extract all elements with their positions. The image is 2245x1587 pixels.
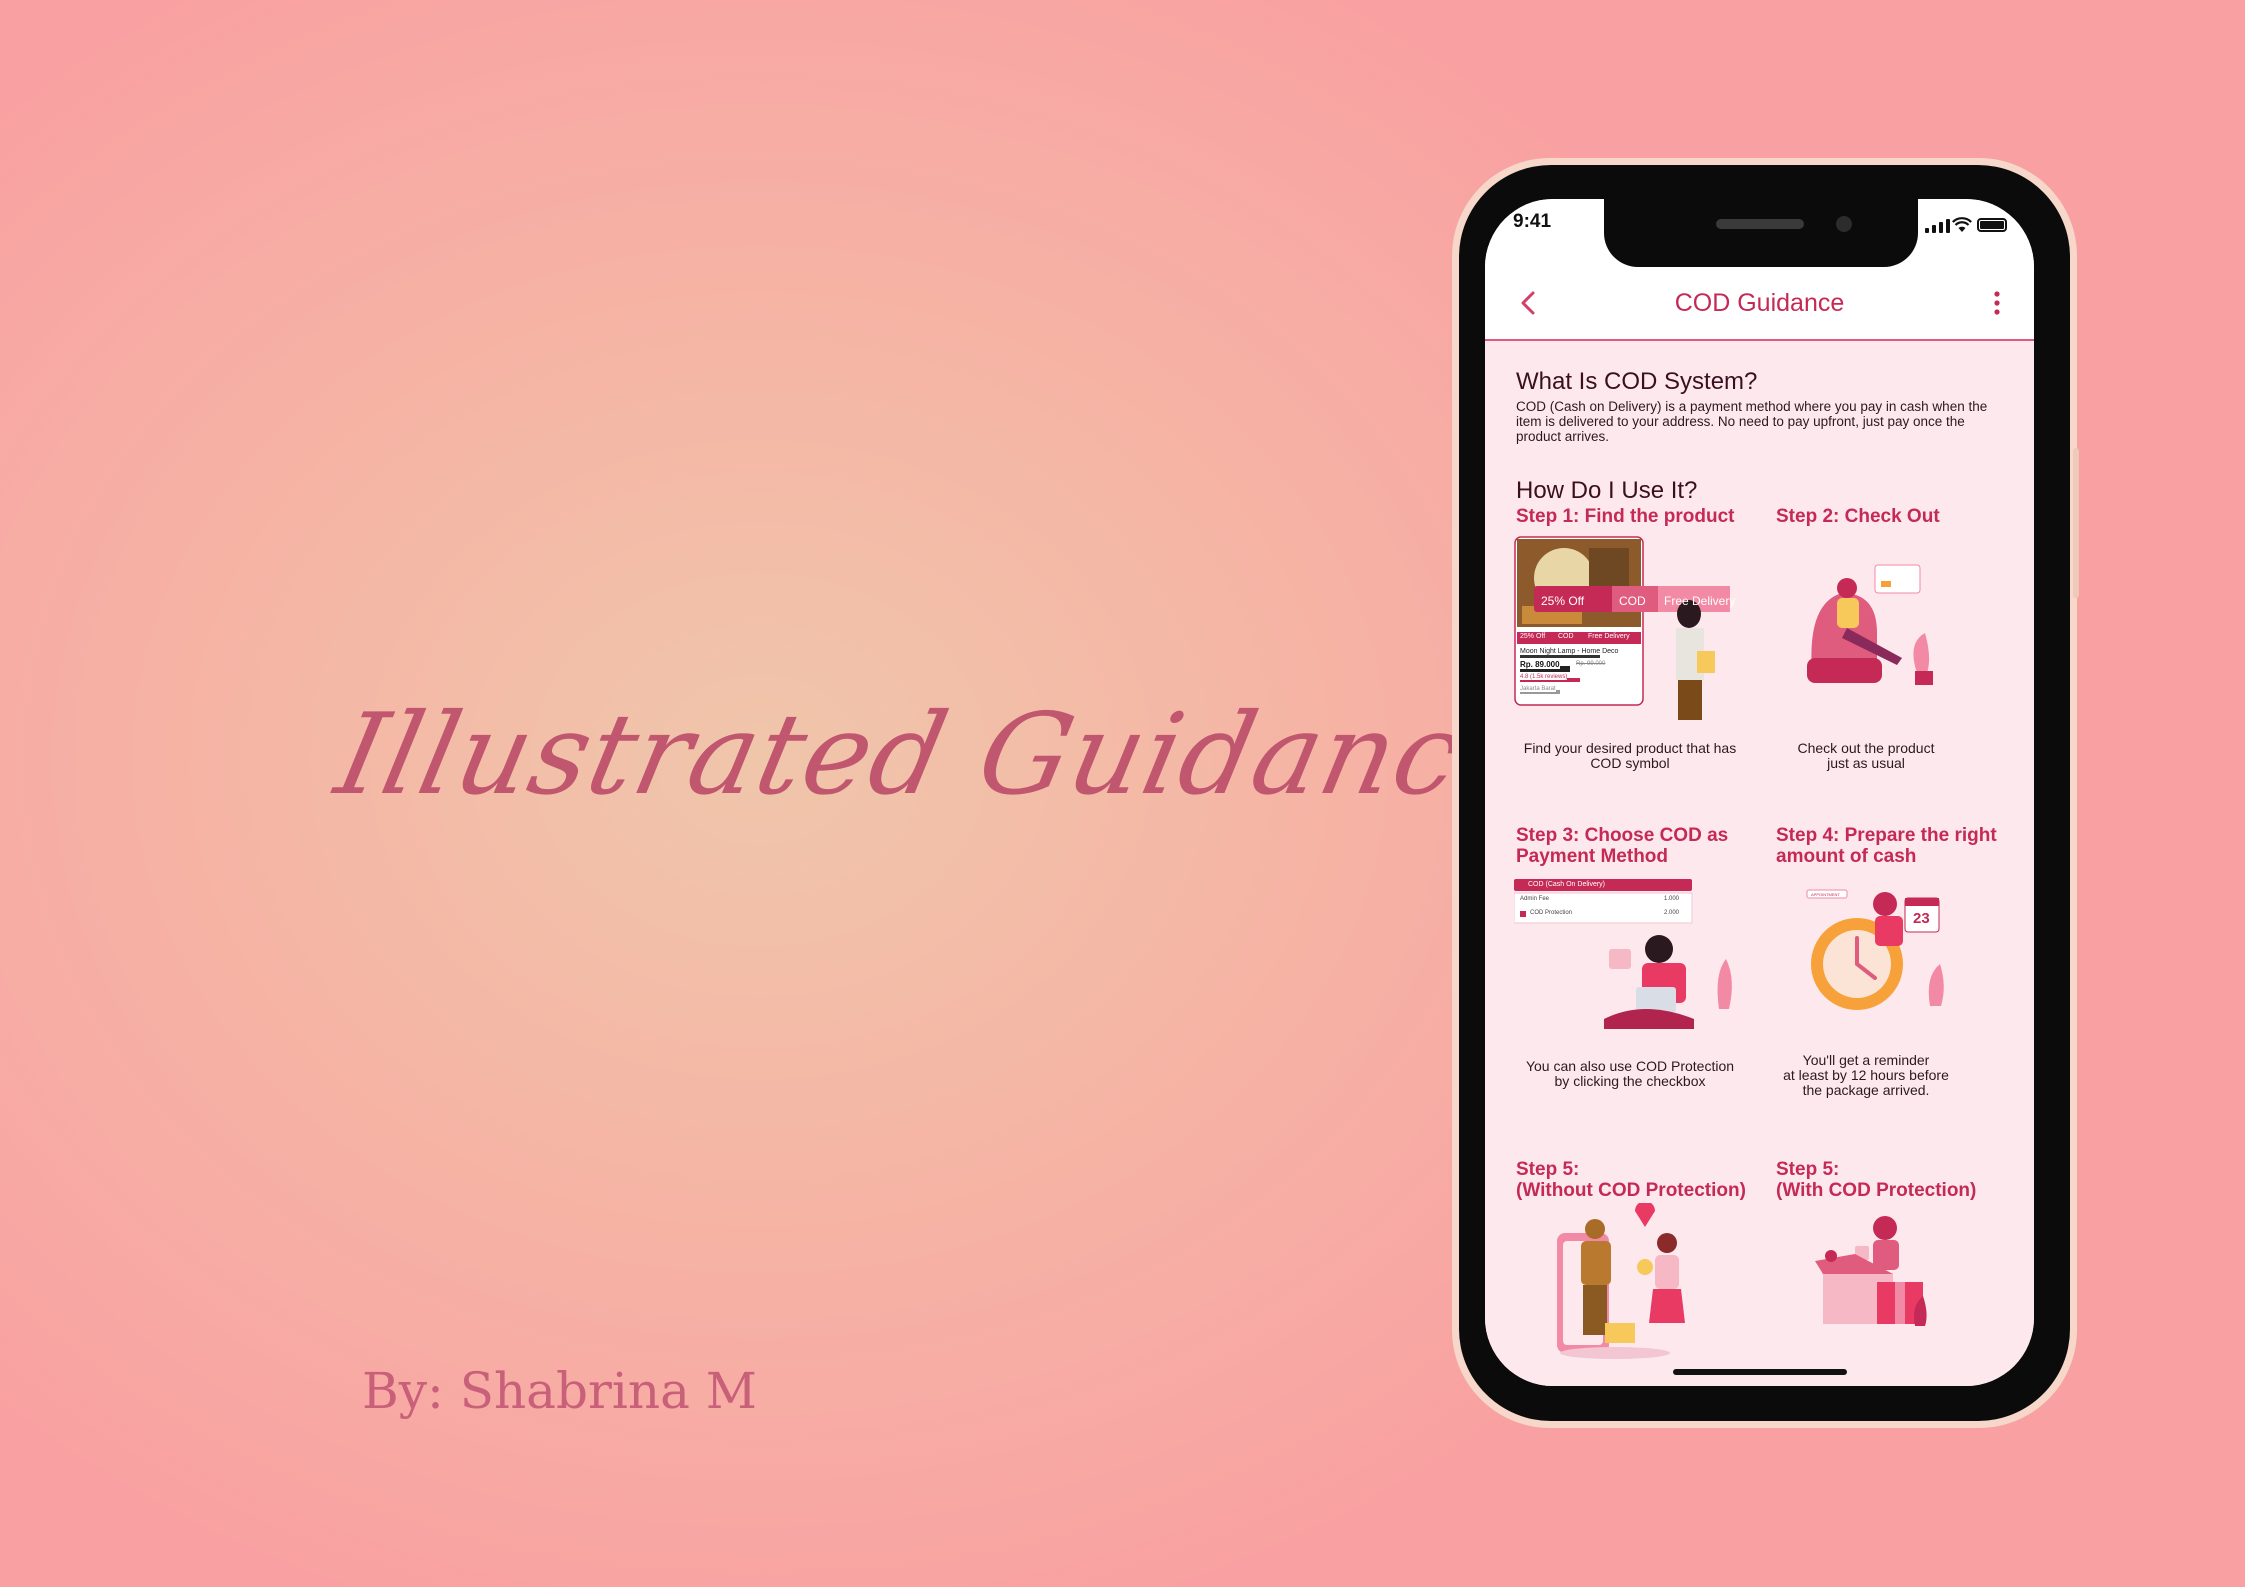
delivery-illustration (1557, 1201, 1685, 1359)
step-1-illustration: 25% Off COD Free Delivery 25% Off COD Fr… (1514, 536, 1744, 726)
product-name: Moon Night Lamp - Home Deco (1520, 648, 1619, 655)
step-1-caption: Find your desired product that has COD s… (1523, 740, 1737, 771)
payment-amount-2: 2.000 (1664, 910, 1680, 916)
step-4-caption: You'll get a reminder at least by 12 hou… (1783, 1052, 1949, 1098)
product-price: Rp. 89.000 (1520, 660, 1560, 669)
more-vertical-icon[interactable] (1989, 289, 2005, 317)
product-rating: 4.8 (1.5k reviews) (1520, 674, 1568, 680)
notch (1604, 199, 1918, 267)
step-4-illustration: 23 APPOINTMENT (1805, 886, 1955, 1016)
step-2-caption: Check out the product just as usual (1797, 740, 1935, 771)
page-title: COD Guidance (1674, 289, 1845, 317)
badge-free-delivery: Free Delivery (1664, 594, 1736, 608)
step-2-illustration (1807, 563, 1947, 693)
speaker (1716, 219, 1804, 229)
how-to-heading: How Do I Use It? (1516, 477, 1698, 504)
step-3-caption: You can also use COD Protection by click… (1525, 1058, 1735, 1089)
payment-amount-1: 1.000 (1664, 896, 1680, 902)
phone-mockup: 9:41 COD Guidance What Is COD System? CO… (1452, 158, 2079, 1428)
intro-body: COD (Cash on Delivery) is a payment meth… (1516, 399, 1988, 444)
product-location: Jakarta Barat (1520, 686, 1556, 692)
calendar-day: 23 (1913, 910, 1930, 927)
byline: By: Shabrina M (362, 1362, 757, 1420)
side-button (2073, 448, 2079, 598)
step-5a-illustration (1555, 1201, 1705, 1363)
wifi-icon (1952, 217, 1972, 232)
product-card-illustration (1514, 536, 1730, 720)
step-4-title: Step 4: Prepare the right amount of cash (1776, 825, 1997, 867)
payment-method-illustration (1513, 879, 1732, 1029)
step-2-title: Step 2: Check Out (1776, 506, 1940, 527)
status-bar: 9:41 (1485, 199, 2034, 267)
guide-content[interactable]: What Is COD System? COD (Cash on Deliver… (1485, 341, 2034, 1386)
app-bar: COD Guidance (1485, 267, 2034, 341)
product-old-price: Rp. 99.000 (1576, 661, 1606, 667)
reminder-clock-illustration (1806, 889, 1944, 1010)
payment-admin-fee: Admin Fee (1520, 896, 1550, 902)
battery-icon (1977, 218, 2007, 232)
home-indicator[interactable] (1673, 1369, 1847, 1375)
badge-discount: 25% Off (1541, 594, 1585, 608)
step-3-illustration: COD (Cash On Delivery) Admin Fee 1.000 C… (1513, 879, 1744, 1039)
step-5a-title: Step 5: (Without COD Protection) (1516, 1159, 1746, 1201)
protected-package-illustration (1815, 1216, 1927, 1326)
phone-screen: 9:41 COD Guidance What Is COD System? CO… (1485, 199, 2034, 1386)
badge-cod: COD (1619, 594, 1646, 608)
small-badge-free-delivery: Free Delivery (1588, 633, 1630, 640)
step-5b-illustration (1815, 1216, 1945, 1336)
headline: Illustrated Guidance (326, 690, 1541, 820)
step-3-title: Step 3: Choose COD as Payment Method (1516, 825, 1729, 867)
small-badge-discount: 25% Off (1520, 633, 1546, 640)
cod-protection-checkbox[interactable]: COD Protection (1530, 910, 1572, 916)
step-1-title: Step 1: Find the product (1516, 506, 1735, 527)
step-5b-title: Step 5: (With COD Protection) (1776, 1159, 1977, 1201)
status-time: 9:41 (1513, 211, 1552, 232)
calendar-banner: APPOINTMENT (1811, 892, 1840, 897)
checkout-illustration (1807, 564, 1933, 685)
small-badge-cod: COD (1558, 633, 1574, 640)
signal-icon (1925, 219, 1950, 233)
payment-option-label: COD (Cash On Delivery) (1528, 881, 1606, 888)
camera (1836, 216, 1852, 232)
intro-heading: What Is COD System? (1516, 368, 1758, 395)
